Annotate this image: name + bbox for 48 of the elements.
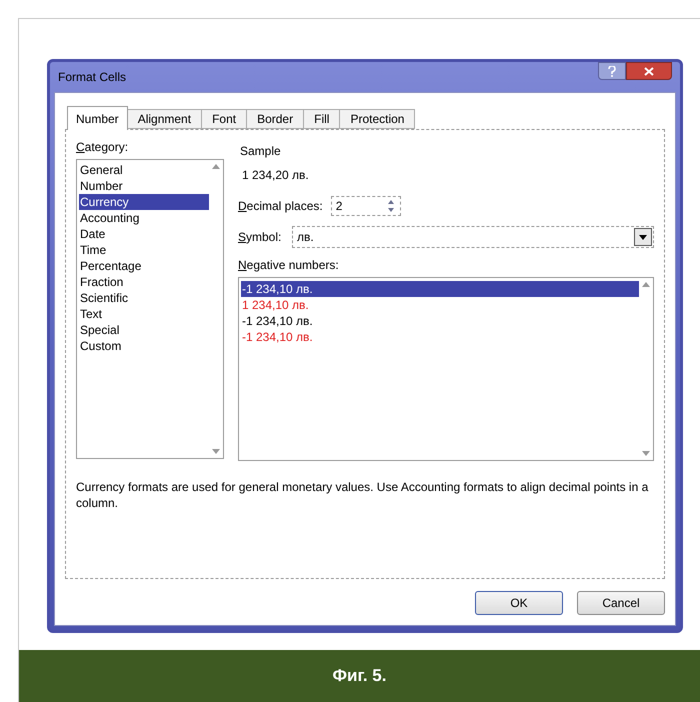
tab[interactable]: Number <box>67 106 128 130</box>
category-item[interactable]: Text <box>79 306 209 322</box>
decimal-places-label: Decimal places: <box>238 198 323 215</box>
negative-numbers-list[interactable]: -1 234,10 лв. 1 234,10 лв. -1 234,10 лв. -1 234,10 лв. <box>238 277 654 461</box>
category-item[interactable]: Number <box>79 178 209 194</box>
window-title: Format Cells <box>58 69 126 86</box>
help-button[interactable] <box>598 62 626 80</box>
category-item[interactable]: Date <box>79 226 209 242</box>
figure-caption: Фиг. 5. <box>332 665 386 688</box>
sample-value: 1 234,20 лв. <box>242 167 309 184</box>
tab[interactable]: Protection <box>339 109 416 129</box>
spin-arrows-icon <box>386 199 396 213</box>
category-item[interactable]: Currency <box>79 194 209 210</box>
cancel-button[interactable]: Cancel <box>577 591 665 615</box>
category-item[interactable]: Fraction <box>79 274 209 290</box>
scroll-down-icon[interactable] <box>642 451 650 456</box>
negative-number-option[interactable]: -1 234,10 лв. <box>241 281 639 297</box>
category-item[interactable]: Scientific <box>79 290 209 306</box>
decimal-places-spinner[interactable]: 2 <box>330 196 401 216</box>
category-item[interactable]: General <box>79 162 209 178</box>
scroll-up-icon[interactable] <box>642 282 650 287</box>
tab[interactable]: Border <box>246 109 304 129</box>
negative-numbers-label: Negative numbers: <box>238 257 340 274</box>
category-list[interactable]: General Number Currency Accounting Date Time Percentage Fraction Scientific Text Special Custom <box>76 159 224 459</box>
tab[interactable]: Alignment <box>126 109 202 129</box>
negative-number-option[interactable]: 1 234,10 лв. <box>241 297 639 313</box>
description-text: Currency formats are used for general monetary values. Use Accounting formats to align decimal points in a column. <box>76 479 650 511</box>
negative-number-option[interactable]: -1 234,10 лв. <box>241 313 639 329</box>
scroll-up-icon[interactable] <box>212 164 220 169</box>
symbol-value: лв. <box>296 229 315 246</box>
scroll-down-icon[interactable] <box>212 449 220 454</box>
category-label: Category: <box>76 139 130 156</box>
tab[interactable]: Font <box>201 109 248 129</box>
close-icon <box>644 66 654 76</box>
category-item[interactable]: Special <box>79 322 209 338</box>
category-item[interactable]: Time <box>79 242 209 258</box>
negative-number-option[interactable]: -1 234,10 лв. <box>241 329 639 345</box>
category-item[interactable]: Accounting <box>79 210 209 226</box>
ok-button[interactable]: OK <box>475 591 563 615</box>
sample-label: Sample <box>240 143 282 160</box>
symbol-label: Symbol: <box>238 229 282 246</box>
symbol-dropdown[interactable]: лв. <box>292 226 654 248</box>
category-item[interactable]: Percentage <box>79 258 209 274</box>
decimal-places-value: 2 <box>334 198 344 215</box>
category-item[interactable]: Custom <box>79 338 209 354</box>
close-button[interactable] <box>626 62 672 80</box>
tab[interactable]: Fill <box>303 109 340 129</box>
help-icon <box>608 66 616 76</box>
